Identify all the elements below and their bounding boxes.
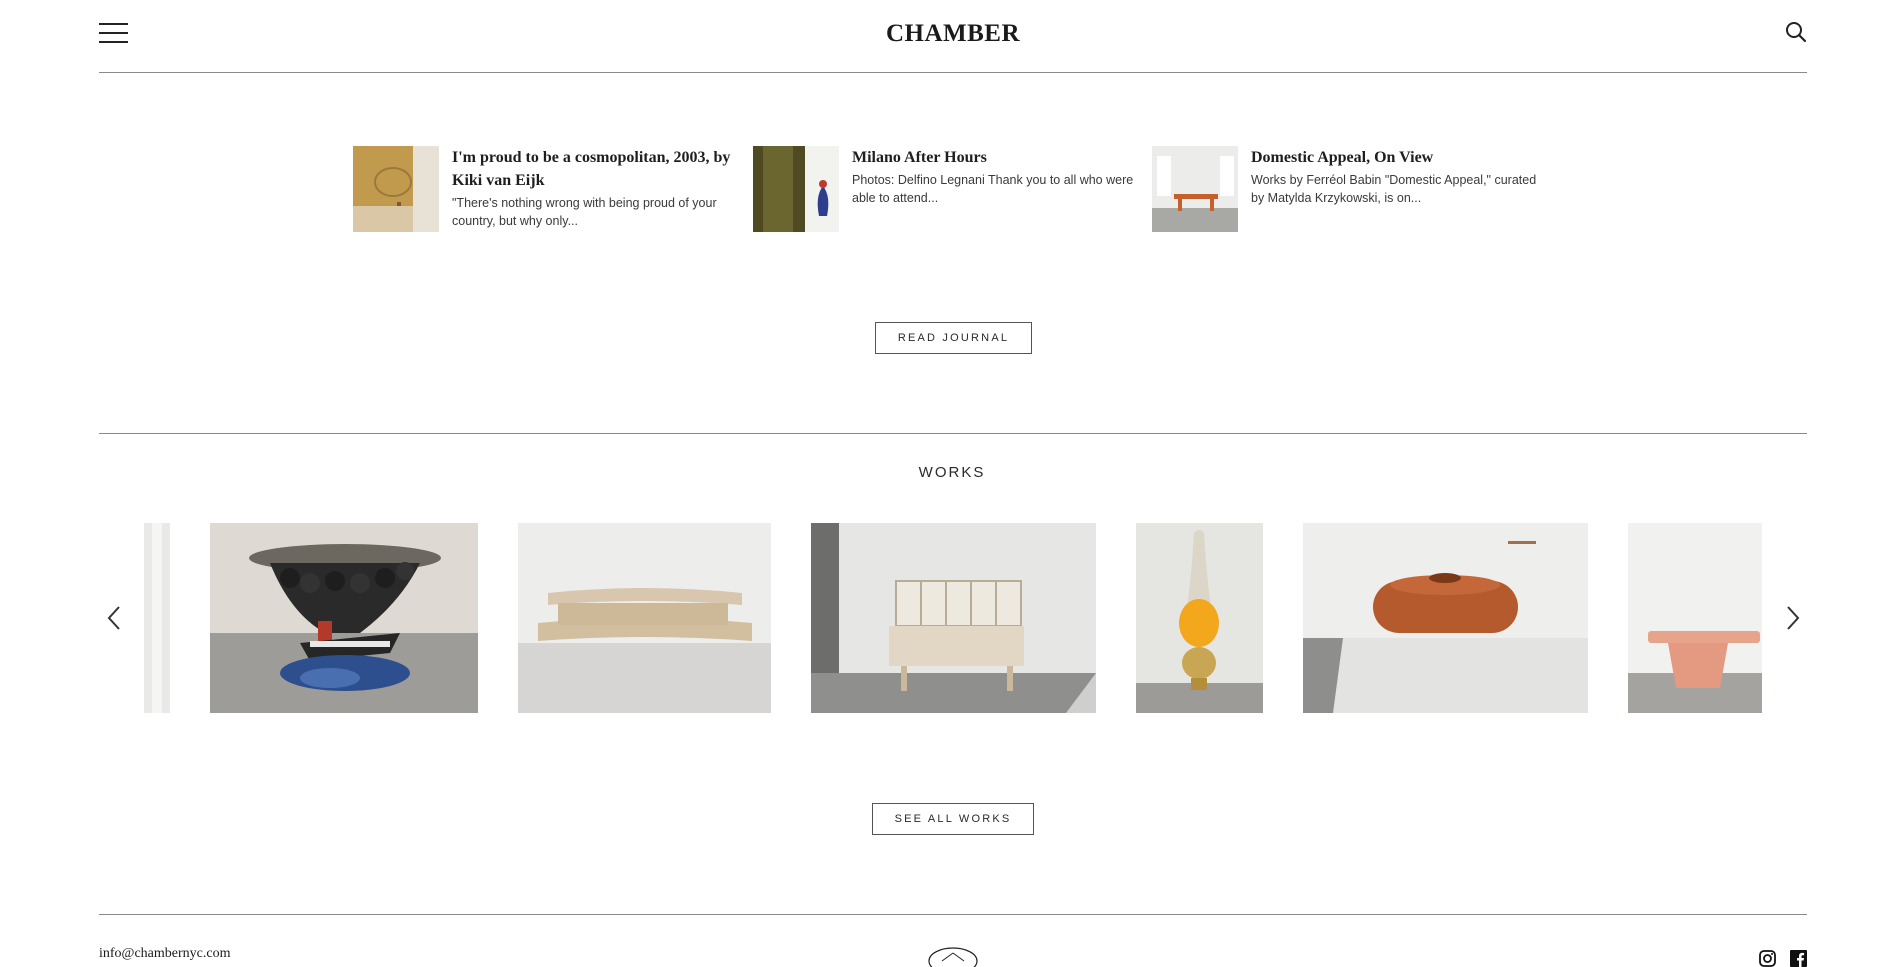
journal-thumbnail[interactable] xyxy=(753,146,839,232)
facebook-icon[interactable] xyxy=(1790,950,1807,967)
site-logo[interactable]: CHAMBER xyxy=(99,20,1807,48)
section-divider xyxy=(99,433,1807,434)
journal-excerpt: Photos: Delfino Legnani Thank you to all… xyxy=(852,173,1134,205)
read-journal-button[interactable]: READ JOURNAL xyxy=(875,322,1032,354)
search-icon[interactable] xyxy=(1785,21,1807,43)
journal-title[interactable]: Milano After Hours xyxy=(852,146,1142,169)
works-heading: WORKS xyxy=(918,464,986,481)
footer-email-link[interactable]: info@chambernyc.com xyxy=(99,946,230,962)
work-slide[interactable] xyxy=(1303,523,1588,713)
journal-item[interactable]: Domestic Appeal, On View Works by Ferréo… xyxy=(1152,146,1552,232)
see-all-works-button[interactable]: SEE ALL WORKS xyxy=(872,803,1034,835)
journal-title[interactable]: Domestic Appeal, On View xyxy=(1251,146,1541,169)
journal-thumbnail[interactable] xyxy=(353,146,439,232)
site-header: CHAMBER xyxy=(99,0,1807,73)
work-slide[interactable] xyxy=(210,523,478,713)
work-slide[interactable] xyxy=(1136,523,1263,713)
journal-item[interactable]: I'm proud to be a cosmopolitan, 2003, by… xyxy=(353,146,753,232)
work-slide[interactable] xyxy=(518,523,771,713)
journal-item[interactable]: Milano After Hours Photos: Delfino Legna… xyxy=(753,146,1153,232)
instagram-icon[interactable] xyxy=(1759,950,1776,967)
work-slide[interactable] xyxy=(1628,523,1762,713)
journal-excerpt: Works by Ferréol Babin "Domestic Appeal,… xyxy=(1251,173,1537,205)
journal-thumbnail[interactable] xyxy=(1152,146,1238,232)
journal-title[interactable]: I'm proud to be a cosmopolitan, 2003, by… xyxy=(452,146,752,192)
works-carousel xyxy=(0,523,1904,713)
chamber-emblem-icon xyxy=(928,947,978,967)
footer-divider xyxy=(99,914,1807,915)
journal-excerpt: "There's nothing wrong with being proud … xyxy=(452,196,717,228)
journal-list: I'm proud to be a cosmopolitan, 2003, by… xyxy=(353,146,1553,236)
work-slide[interactable] xyxy=(144,523,170,713)
work-slide[interactable] xyxy=(811,523,1096,713)
